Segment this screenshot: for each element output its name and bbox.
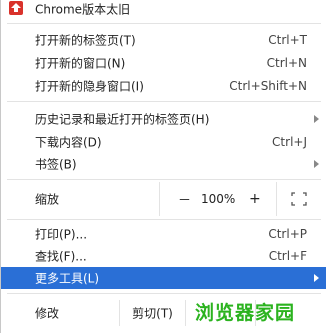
zoom-out-button[interactable]: －	[178, 190, 191, 209]
menu-item-new-window[interactable]: 打开新的窗口(N) Ctrl+N	[1, 53, 326, 73]
menu-item-label: 更多工具(L)	[35, 271, 100, 286]
menu-item-print[interactable]: 打印(P)... Ctrl+P	[1, 224, 326, 244]
menu-item-new-incognito-window[interactable]: 打开新的隐身窗口(I) Ctrl+Shift+N	[1, 76, 326, 96]
menu-item-label: 查找(F)...	[35, 249, 87, 264]
cut-label: 剪切(T)	[132, 306, 173, 321]
fullscreen-icon[interactable]	[291, 192, 307, 206]
shortcut-text: Ctrl+F	[268, 249, 307, 263]
separator	[7, 219, 321, 220]
separator	[7, 293, 321, 294]
submenu-arrow-icon	[314, 115, 319, 123]
zoom-divider	[276, 182, 277, 216]
zoom-row: 缩放 － 100% +	[1, 182, 326, 216]
zoom-divider	[159, 182, 160, 216]
menu-item-downloads[interactable]: 下载内容(D) Ctrl+J	[1, 132, 326, 152]
menu-item-label: 下载内容(D)	[35, 135, 102, 150]
zoom-in-button[interactable]: +	[249, 191, 261, 207]
cut-button[interactable]: 剪切(T)	[119, 300, 185, 326]
submenu-arrow-icon	[314, 274, 319, 282]
separator	[7, 179, 321, 180]
menu-item-find[interactable]: 查找(F)... Ctrl+F	[1, 246, 326, 266]
zoom-label: 缩放	[35, 192, 60, 207]
zoom-level-value: 100%	[201, 192, 236, 206]
shortcut-text: Ctrl+T	[268, 33, 307, 47]
submenu-arrow-icon	[314, 160, 319, 168]
menu-item-label: 打开新的标签页(T)	[35, 33, 136, 48]
chrome-context-menu: Chrome版本太旧 打开新的标签页(T) Ctrl+T 打开新的窗口(N) C…	[0, 0, 326, 333]
edit-label: 修改	[35, 306, 60, 321]
update-warning-icon	[9, 1, 23, 15]
menu-item-label: 打印(P)...	[35, 227, 88, 242]
menu-item-history[interactable]: 历史记录和最近打开的标签页(H)	[1, 109, 326, 129]
menu-item-label: Chrome版本太旧	[35, 2, 131, 17]
watermark-logo: 浏览器家园	[195, 302, 296, 324]
shortcut-text: Ctrl+J	[272, 135, 307, 149]
menu-item-label: 打开新的窗口(N)	[35, 56, 126, 71]
menu-item-bookmarks[interactable]: 书签(B)	[1, 154, 326, 174]
menu-item-label: 打开新的隐身窗口(I)	[35, 79, 144, 94]
shortcut-text: Ctrl+N	[266, 56, 307, 70]
menu-item-more-tools[interactable]: 更多工具(L)	[1, 267, 326, 289]
menu-item-new-tab[interactable]: 打开新的标签页(T) Ctrl+T	[1, 30, 326, 50]
menu-item-label: 书签(B)	[35, 157, 77, 172]
separator	[7, 101, 321, 102]
shortcut-text: Ctrl+Shift+N	[229, 79, 307, 93]
shortcut-text: Ctrl+P	[268, 227, 307, 241]
separator	[7, 23, 321, 24]
menu-item-label: 历史记录和最近打开的标签页(H)	[35, 112, 210, 127]
menu-item-chrome-outdated[interactable]: Chrome版本太旧	[1, 0, 326, 21]
